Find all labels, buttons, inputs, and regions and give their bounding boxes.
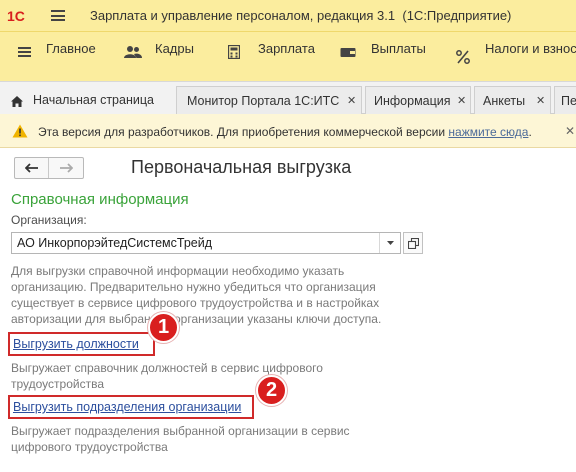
tab-label: Пе (561, 94, 576, 108)
callout-badge-1: 1 (148, 312, 179, 343)
open-window-icon (407, 237, 419, 249)
close-tab-icon[interactable]: ✕ (457, 94, 466, 107)
developer-version-banner: Эта версия для разработчиков. Для приобр… (0, 114, 576, 148)
tab-its-monitor[interactable]: Монитор Портала 1С:ИТС ✕ (176, 86, 362, 115)
organization-label: Организация: (11, 213, 87, 227)
hamburger-icon (18, 47, 31, 57)
percent-icon (456, 50, 470, 64)
section-label: Главное (46, 41, 96, 56)
tab-information[interactable]: Информация ✕ (365, 86, 471, 115)
close-tab-icon[interactable]: ✕ (536, 94, 545, 107)
upload-departments-link[interactable]: Выгрузить подразделения организации (13, 400, 241, 414)
arrow-left-icon (24, 163, 38, 173)
back-button[interactable] (15, 158, 50, 178)
banner-message: Эта версия для разработчиков. Для приобр… (38, 125, 446, 139)
1c-logo-icon: 1С (7, 8, 25, 24)
section-label: Выплаты (371, 41, 426, 56)
section-label: Кадры (155, 41, 194, 56)
app-title: Зарплата и управление персоналом, редакц… (90, 8, 512, 23)
upload-departments-hint: Выгружает подразделения выбранной органи… (11, 424, 350, 454)
group-title: Справочная информация (11, 191, 189, 208)
upload-instructions: Для выгрузки справочной информации необх… (11, 264, 382, 326)
callout-badge-2: 2 (256, 375, 287, 406)
home-icon (11, 96, 23, 107)
tab-label: Монитор Портала 1С:ИТС (187, 94, 340, 108)
tab-questionnaires[interactable]: Анкеты ✕ (474, 86, 551, 115)
upload-positions-link[interactable]: Выгрузить должности (13, 337, 139, 351)
open-windows-tabs: Начальная страница Монитор Портала 1С:ИТ… (0, 81, 576, 115)
arrow-right-icon (60, 163, 73, 173)
main-menu-icon[interactable] (51, 10, 65, 21)
tab-label: Начальная страница (33, 93, 154, 107)
section-label: Зарплата (258, 41, 315, 56)
tab-label: Информация (374, 94, 451, 108)
section-label: Налоги и взносы (485, 41, 576, 56)
open-organization-button[interactable] (403, 232, 423, 254)
banner-suffix: . (528, 125, 532, 139)
close-banner-icon[interactable]: ✕ (565, 124, 575, 138)
upload-positions-hint: Выгружает справочник должностей в сервис… (11, 361, 323, 391)
buy-commercial-link[interactable]: нажмите сюда (448, 125, 528, 139)
wallet-icon (340, 48, 356, 57)
organization-dropdown-button[interactable] (379, 233, 400, 253)
people-icon (124, 46, 142, 58)
sections-panel: Главное Кадры Зарплата Выплаты Налоги и … (0, 31, 576, 81)
tab-home[interactable]: Начальная страница (0, 86, 176, 115)
tab-label: Анкеты (483, 94, 526, 108)
calculator-icon (228, 45, 240, 59)
tab-initial-upload[interactable]: Пе (554, 86, 576, 115)
form-title: Первоначальная выгрузка (131, 157, 352, 177)
close-tab-icon[interactable]: ✕ (347, 94, 356, 107)
svg-text:1С: 1С (7, 8, 25, 24)
organization-field[interactable]: АО ИнкорпорэйтедСистемсТрейд (11, 232, 401, 254)
navigation-buttons (14, 157, 84, 179)
chevron-down-icon (386, 241, 394, 245)
forward-button[interactable] (49, 158, 83, 178)
warning-icon (12, 124, 28, 138)
title-bar: 1С Зарплата и управление персоналом, ред… (0, 0, 576, 31)
